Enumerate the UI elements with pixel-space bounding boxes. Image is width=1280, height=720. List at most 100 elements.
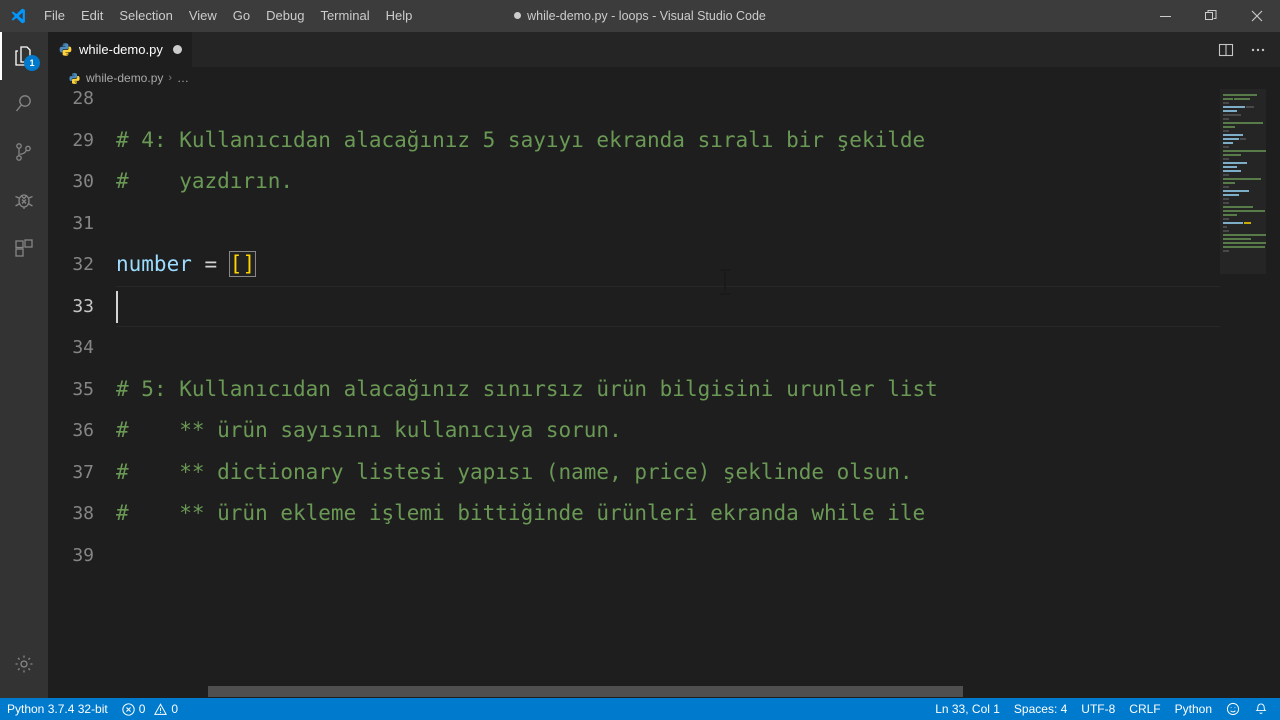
editor-scroller[interactable]: 28 29 # 4: Kullanıcıdan alacağınız 5 say… bbox=[48, 89, 1220, 698]
menu-terminal[interactable]: Terminal bbox=[312, 0, 377, 32]
activity-bar: 1 bbox=[0, 32, 48, 698]
editor-line[interactable]: 32 number = [] bbox=[48, 244, 1220, 286]
line-number: 36 bbox=[72, 420, 94, 441]
breadcrumb-file[interactable]: while-demo.py bbox=[68, 71, 163, 85]
error-count: 0 bbox=[138, 702, 146, 716]
minimap-segment bbox=[1234, 98, 1250, 100]
line-content bbox=[116, 535, 1220, 577]
editor-line[interactable]: 30 # yazdırın. bbox=[48, 161, 1220, 203]
status-encoding[interactable]: UTF-8 bbox=[1074, 698, 1122, 720]
activity-item-search[interactable] bbox=[0, 80, 48, 128]
minimap-segment bbox=[1223, 134, 1243, 136]
minimap-segment bbox=[1223, 114, 1241, 116]
line-content: # ** dictionary listesi yapısı (name, pr… bbox=[116, 459, 913, 484]
minimap-segment bbox=[1223, 130, 1229, 132]
editor-line[interactable]: 28 bbox=[48, 89, 1220, 120]
editor-line[interactable]: 36 # ** ürün sayısını kullanıcıya sorun. bbox=[48, 410, 1220, 452]
smiley-icon[interactable] bbox=[1219, 698, 1247, 720]
menu-view[interactable]: View bbox=[181, 0, 225, 32]
minimap-segment bbox=[1223, 142, 1233, 144]
menu-selection[interactable]: Selection bbox=[111, 0, 180, 32]
menu-debug[interactable]: Debug bbox=[258, 0, 312, 32]
minimap-segment bbox=[1223, 94, 1257, 96]
window-title-text: while-demo.py - loops - Visual Studio Co… bbox=[527, 9, 766, 23]
editor-line[interactable]: 38 # ** ürün ekleme işlemi bittiğinde ür… bbox=[48, 493, 1220, 535]
editor-line-current[interactable]: 33 bbox=[48, 285, 1220, 328]
minimap-segment bbox=[1240, 138, 1246, 140]
status-python-interpreter[interactable]: Python 3.7.4 32-bit bbox=[0, 698, 115, 720]
editor-line[interactable]: 29 # 4: Kullanıcıdan alacağınız 5 sayıyı… bbox=[48, 120, 1220, 162]
minimap-segment bbox=[1223, 218, 1229, 220]
close-icon[interactable] bbox=[1234, 0, 1280, 32]
status-cursor-position[interactable]: Ln 33, Col 1 bbox=[928, 698, 1007, 720]
line-content bbox=[116, 286, 1220, 328]
breadcrumb-separator: › bbox=[168, 72, 173, 84]
line-content: # 4: Kullanıcıdan alacağınız 5 sayıyı ek… bbox=[116, 127, 926, 152]
menu-file[interactable]: File bbox=[36, 0, 73, 32]
minimap-segment bbox=[1223, 226, 1227, 228]
activity-item-extensions[interactable] bbox=[0, 224, 48, 272]
menu-go[interactable]: Go bbox=[225, 0, 258, 32]
line-number: 30 bbox=[72, 171, 94, 192]
editor-line[interactable]: 37 # ** dictionary listesi yapısı (name,… bbox=[48, 452, 1220, 494]
minimap-segment bbox=[1223, 230, 1229, 232]
editor-line[interactable]: 34 bbox=[48, 327, 1220, 369]
menu-edit[interactable]: Edit bbox=[73, 0, 111, 32]
minimap-segment bbox=[1223, 202, 1229, 204]
menu-bar[interactable]: File Edit Selection View Go Debug Termin… bbox=[36, 0, 420, 32]
minimap-segment bbox=[1223, 190, 1249, 192]
minimap-segment bbox=[1223, 214, 1237, 216]
status-language-mode[interactable]: Python bbox=[1168, 698, 1219, 720]
line-number: 39 bbox=[72, 544, 94, 566]
minimap-segment bbox=[1223, 174, 1229, 176]
minimap-segment bbox=[1223, 186, 1229, 188]
error-circle-icon bbox=[122, 702, 135, 716]
minimap[interactable] bbox=[1220, 89, 1280, 698]
minimize-icon[interactable] bbox=[1142, 0, 1188, 32]
bell-icon[interactable] bbox=[1247, 698, 1280, 720]
tab-dirty-indicator[interactable] bbox=[172, 45, 182, 54]
line-content bbox=[116, 203, 1220, 245]
editor-line[interactable]: 31 bbox=[48, 203, 1220, 245]
breadcrumb-symbol[interactable]: … bbox=[177, 71, 189, 85]
ellipsis-icon[interactable] bbox=[1244, 32, 1272, 67]
horizontal-scrollbar-thumb[interactable] bbox=[208, 686, 963, 697]
status-indentation[interactable]: Spaces: 4 bbox=[1007, 698, 1074, 720]
tab-while-demo-py[interactable]: while-demo.py bbox=[48, 32, 193, 67]
explorer-badge: 1 bbox=[24, 55, 40, 71]
status-bar-left: Python 3.7.4 32-bit 0 0 bbox=[0, 698, 185, 720]
line-number: 37 bbox=[72, 461, 94, 483]
minimap-segment bbox=[1223, 162, 1247, 164]
status-problems[interactable]: 0 0 bbox=[115, 698, 185, 720]
vscode-window: File Edit Selection View Go Debug Termin… bbox=[0, 0, 1280, 720]
activity-item-explorer[interactable]: 1 bbox=[0, 32, 48, 80]
python-file-icon bbox=[68, 72, 81, 85]
minimap-segment bbox=[1223, 118, 1229, 120]
breadcrumb-file-label: while-demo.py bbox=[86, 71, 164, 85]
minimap-segment bbox=[1246, 106, 1254, 108]
activity-item-debug[interactable] bbox=[0, 176, 48, 224]
overview-ruler[interactable] bbox=[1266, 89, 1280, 698]
menu-help[interactable]: Help bbox=[378, 0, 421, 32]
editor-line[interactable]: 39 bbox=[48, 535, 1220, 577]
restore-icon[interactable] bbox=[1188, 0, 1234, 32]
activity-item-source-control[interactable] bbox=[0, 128, 48, 176]
line-content bbox=[116, 89, 1220, 120]
minimap-segment bbox=[1223, 250, 1229, 252]
code-editor[interactable]: 28 29 # 4: Kullanıcıdan alacağınız 5 say… bbox=[48, 89, 1280, 698]
window-controls[interactable] bbox=[1142, 0, 1280, 32]
status-eol[interactable]: CRLF bbox=[1122, 698, 1167, 720]
horizontal-scrollbar[interactable] bbox=[48, 684, 1220, 698]
editor-line[interactable]: 35 # 5: Kullanıcıdan alacağınız sınırsız… bbox=[48, 369, 1220, 411]
editor-group: while-demo.py while-demo.py › … 28 29 # … bbox=[48, 32, 1280, 698]
warning-count: 0 bbox=[171, 702, 179, 716]
editor-actions bbox=[1212, 32, 1280, 67]
editor-lines: 28 29 # 4: Kullanıcıdan alacağınız 5 say… bbox=[48, 89, 1220, 576]
minimap-segment bbox=[1223, 102, 1229, 104]
minimap-segment bbox=[1223, 98, 1233, 100]
minimap-segment bbox=[1244, 222, 1251, 224]
minimap-segment bbox=[1223, 238, 1251, 240]
split-editor-icon[interactable] bbox=[1212, 32, 1240, 67]
gear-icon[interactable] bbox=[0, 640, 48, 688]
python-file-icon bbox=[58, 42, 73, 57]
